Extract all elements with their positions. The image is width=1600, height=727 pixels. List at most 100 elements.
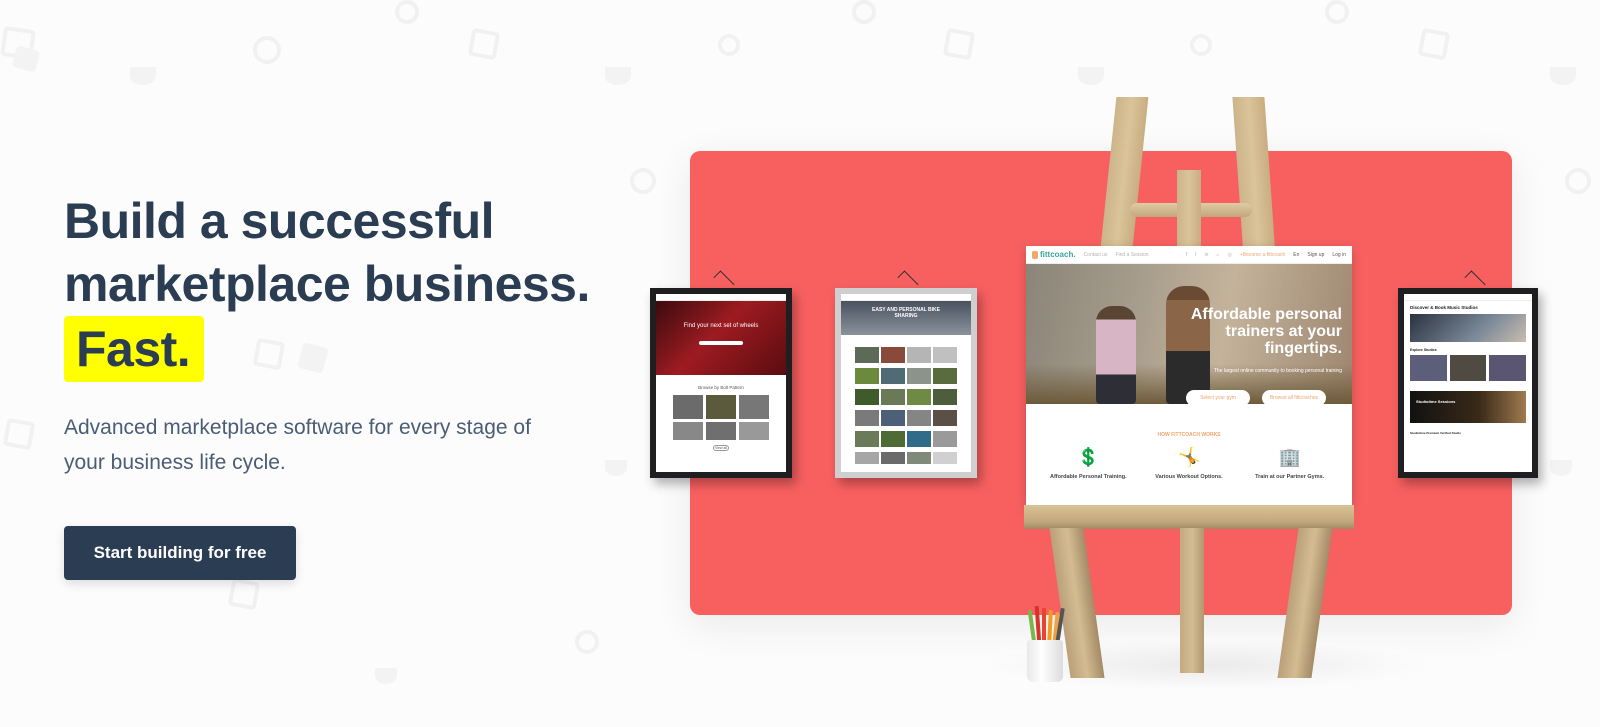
wheel-thumb [739, 395, 769, 419]
background-circle-shape [1190, 34, 1212, 56]
bike-thumb [933, 368, 957, 384]
bike-thumb [881, 410, 905, 426]
bike-thumb [933, 410, 957, 426]
start-building-button[interactable]: Start building for free [64, 526, 296, 580]
bike-thumb [855, 410, 879, 426]
bike-thumb [881, 368, 905, 384]
studios-banner-title: Studiotime Sessions [1416, 399, 1456, 404]
hero-subtitle: Advanced marketplace software for every … [64, 416, 531, 474]
background-square-shape [467, 27, 501, 61]
twitter-icon: t [1195, 251, 1197, 258]
headline-highlight: Fast. [64, 316, 205, 382]
fittcoach-logo-text: fittcoach. [1040, 250, 1076, 259]
bikes-headline: EASY AND PERSONAL BIKE SHARING [872, 307, 940, 319]
select-gym-button: Select your gym [1186, 390, 1250, 406]
fittcoach-headline: Affordable personal trainers at your fin… [1190, 306, 1342, 357]
studio-thumb [1410, 355, 1447, 381]
bike-thumb [907, 389, 931, 405]
background-circle-shape [852, 0, 876, 24]
bike-thumb [933, 431, 957, 447]
money-hand-icon: 💲 [1077, 447, 1100, 467]
bikes-nav [841, 294, 971, 301]
bike-thumb [907, 452, 931, 464]
easel-shelf [1024, 505, 1354, 529]
background-triangle-shape [130, 67, 156, 85]
bike-thumb [907, 347, 931, 363]
bike-thumb [881, 389, 905, 405]
bike-thumb [933, 389, 957, 405]
fittcoach-features: 💲 Affordable Personal Training. 🤸 Variou… [1026, 446, 1352, 480]
bike-thumb [907, 431, 931, 447]
feature-label: Train at our Partner Gyms. [1255, 474, 1325, 480]
facebook-icon: f [1185, 251, 1188, 258]
background-square-shape [942, 27, 976, 61]
browse-fittcoaches-button: Browse all fittcoaches [1262, 390, 1326, 406]
background-square-shape [2, 417, 36, 451]
bike-thumb [881, 431, 905, 447]
bike-thumb [855, 431, 879, 447]
bike-thumb [933, 347, 957, 363]
fittcoach-logo-icon [1032, 250, 1038, 259]
feature-item: 🤸 Various Workout Options. [1141, 446, 1237, 480]
wheels-screenshot: Find your next set of wheels Browse by B… [656, 294, 786, 472]
background-circle-shape [1565, 168, 1591, 194]
wheel-thumb [673, 395, 703, 419]
background-circle-shape [253, 36, 281, 64]
workout-icon: 🤸 [1177, 447, 1201, 467]
background-triangle-shape [375, 668, 397, 684]
feature-item: 💲 Affordable Personal Training. [1040, 446, 1136, 480]
background-circle-shape [718, 34, 740, 56]
studios-headline: Discover & Book Music Studios [1410, 305, 1478, 310]
how-it-works-title: HOW FITTCOACH WORKS [1157, 432, 1221, 438]
bike-thumb [881, 452, 905, 464]
bike-thumb [855, 347, 879, 363]
become-fittcoach-link: +Become a fittcoach [1239, 251, 1286, 258]
studios-banner: Studiotime Sessions [1410, 391, 1526, 423]
bike-thumb [907, 410, 931, 426]
hero-copy: Build a successful marketplace business.… [64, 190, 644, 480]
login-link: Log in [1332, 251, 1346, 258]
studios-screenshot: Discover & Book Music Studios Explore St… [1404, 294, 1532, 472]
gym-building-icon: 🏢 [1278, 447, 1302, 467]
frame-wheels-marketplace: Find your next set of wheels Browse by B… [650, 288, 792, 478]
easel-leg-center [1180, 528, 1204, 673]
background-triangle-shape [1550, 67, 1576, 85]
background-square-shape [1417, 27, 1451, 61]
feature-label: Various Workout Options. [1155, 474, 1223, 480]
fittcoach-hero: Affordable personal trainers at your fin… [1026, 264, 1352, 406]
background-square-shape [0, 25, 36, 61]
background-triangle-shape [605, 67, 631, 85]
wheel-thumb [673, 422, 703, 440]
bike-thumb [855, 368, 879, 384]
bike-thumb [933, 452, 957, 464]
background-square-shape [11, 45, 41, 73]
fittcoach-logo: fittcoach. [1032, 250, 1076, 259]
wheel-thumb [706, 395, 736, 419]
language-link: En [1293, 251, 1300, 258]
feature-item: 🏢 Train at our Partner Gyms. [1242, 446, 1338, 480]
wheels-search-input [699, 341, 743, 345]
wheels-view-all: View all [713, 445, 729, 451]
pencil [1042, 608, 1046, 644]
wheels-thumb-grid [656, 395, 786, 440]
bike-thumb [881, 347, 905, 363]
background-circle-shape [395, 0, 419, 24]
background-circle-shape [1325, 0, 1349, 24]
snapchat-icon: ⌂ [1216, 251, 1220, 258]
fittcoach-nav-link: Contact us [1083, 251, 1108, 258]
bikes-listing-grid [841, 347, 971, 464]
signup-link: Sign up [1307, 251, 1325, 258]
background-triangle-shape [1078, 67, 1104, 85]
background-square-shape [227, 577, 261, 611]
wheels-section-title: Browse by Bolt Pattern [698, 385, 744, 390]
hero-headline: Build a successful marketplace business.… [64, 190, 644, 382]
wheel-thumb [739, 422, 769, 440]
wheel-thumb [706, 422, 736, 440]
fittcoach-tagline: The largest online community to booking … [1213, 368, 1342, 374]
linkedin-icon: in [1204, 251, 1209, 258]
easel-center-post [1177, 170, 1201, 250]
studio-thumb [1449, 355, 1487, 381]
studio-thumb [1489, 355, 1527, 381]
feature-label: Affordable Personal Training. [1049, 474, 1127, 480]
background-triangle-shape [1550, 460, 1572, 476]
